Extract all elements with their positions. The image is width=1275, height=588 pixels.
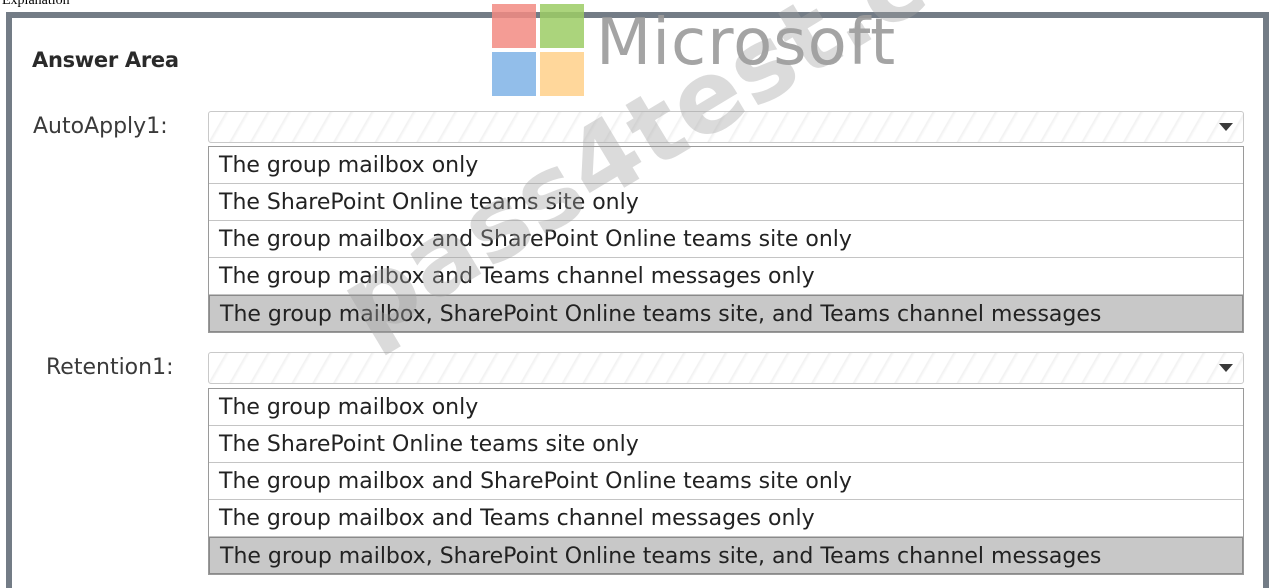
autoapply1-option[interactable]: The group mailbox and Teams channel mess…: [209, 258, 1243, 295]
microsoft-logo: Microsoft: [492, 4, 912, 104]
autoapply1-option-selected[interactable]: The group mailbox, SharePoint Online tea…: [209, 295, 1243, 332]
retention1-dropdown[interactable]: [208, 352, 1244, 384]
autoapply1-dropdown[interactable]: [208, 111, 1244, 143]
retention1-label: Retention1:: [46, 355, 174, 380]
retention1-option[interactable]: The group mailbox and SharePoint Online …: [209, 463, 1243, 500]
autoapply1-option[interactable]: The SharePoint Online teams site only: [209, 184, 1243, 221]
chevron-down-icon[interactable]: [1219, 364, 1233, 372]
retention1-option[interactable]: The group mailbox and Teams channel mess…: [209, 500, 1243, 537]
retention1-option[interactable]: The group mailbox only: [209, 389, 1243, 426]
autoapply1-option-list: The group mailbox only The SharePoint On…: [208, 146, 1244, 333]
microsoft-logo-text: Microsoft: [596, 6, 897, 80]
retention1-option-selected[interactable]: The group mailbox, SharePoint Online tea…: [209, 537, 1243, 574]
autoapply1-label: AutoApply1:: [33, 114, 168, 139]
chevron-down-icon[interactable]: [1219, 123, 1233, 131]
autoapply1-option[interactable]: The group mailbox and SharePoint Online …: [209, 221, 1243, 258]
retention1-option[interactable]: The SharePoint Online teams site only: [209, 426, 1243, 463]
page: Explanation Answer Area AutoApply1: The …: [0, 0, 1275, 588]
retention1-option-list: The group mailbox only The SharePoint On…: [208, 388, 1244, 575]
autoapply1-option[interactable]: The group mailbox only: [209, 147, 1243, 184]
microsoft-logo-icon: [492, 4, 586, 98]
answer-area-title: Answer Area: [32, 48, 179, 72]
caption: Explanation: [2, 0, 70, 8]
